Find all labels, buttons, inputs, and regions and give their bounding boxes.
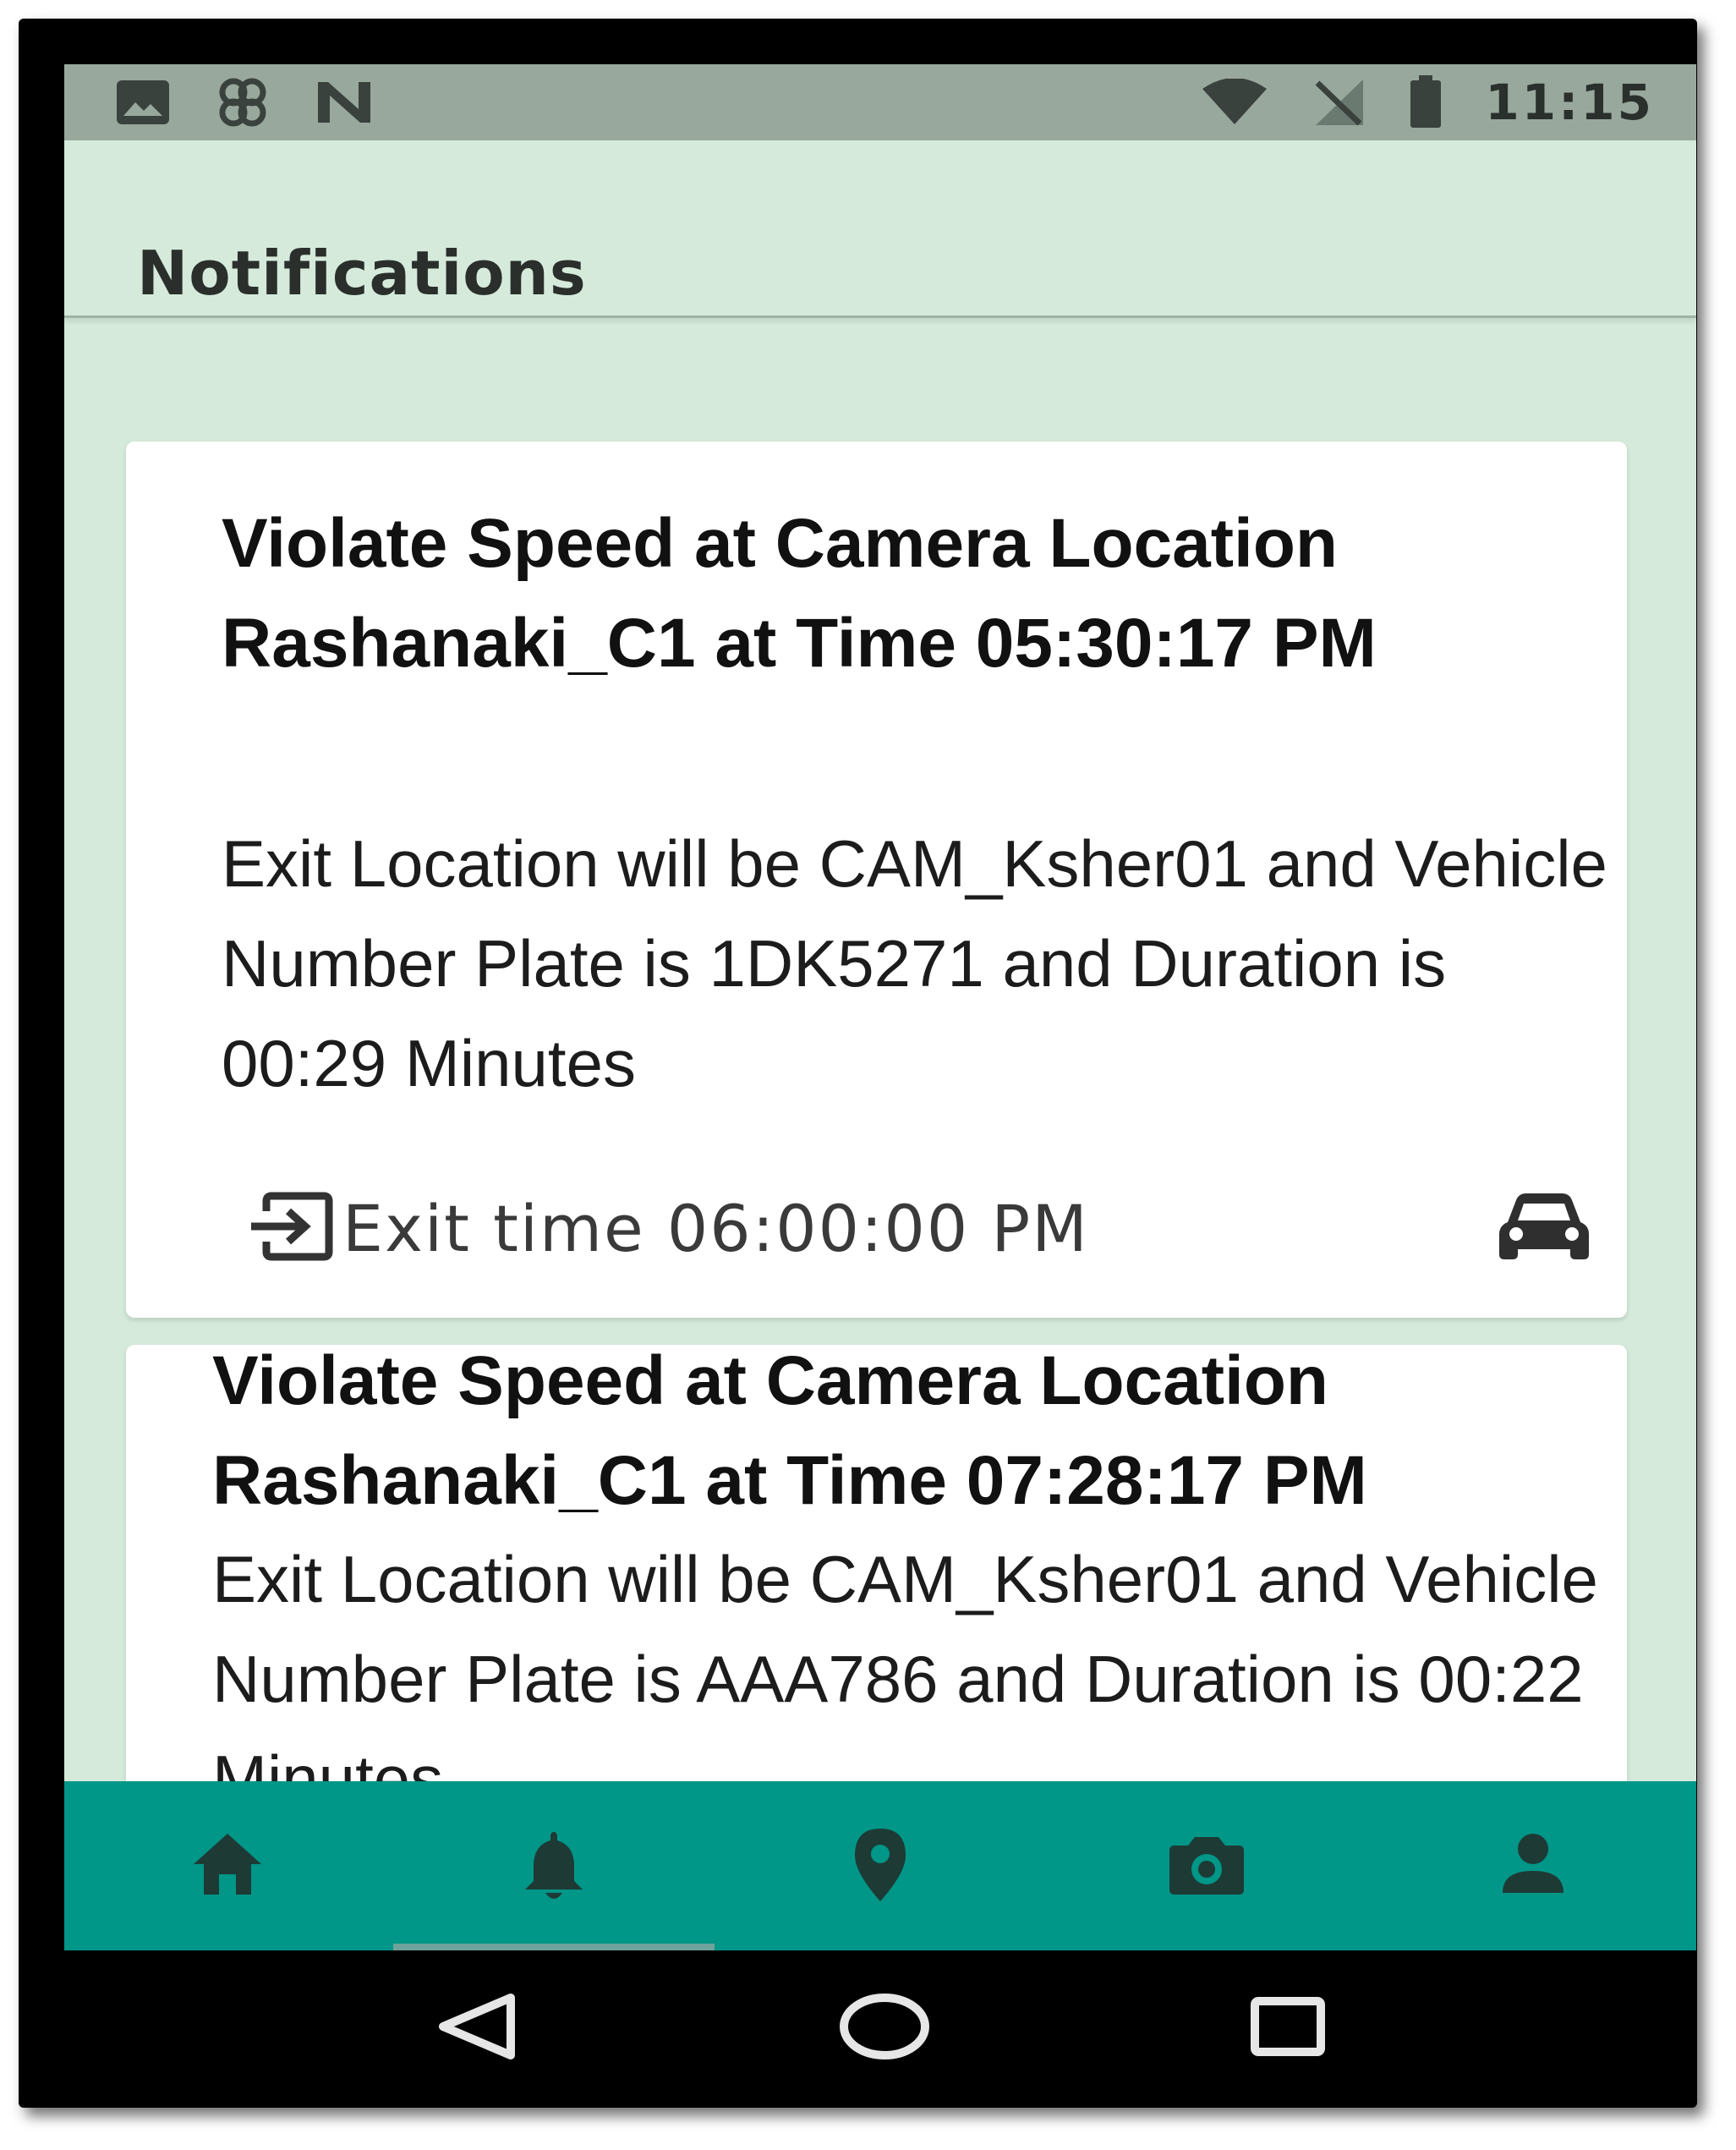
app-screen: 11:15 Notifications Violate Speed at Cam… (64, 64, 1696, 1950)
home-circle-icon[interactable] (838, 1991, 931, 2062)
wifi-icon (1201, 79, 1268, 126)
status-bar: 11:15 (64, 64, 1696, 140)
notification-title: Violate Speed at Camera Location Rashana… (212, 1342, 1367, 1519)
active-tab-indicator (393, 1944, 715, 1950)
battery-icon (1409, 75, 1443, 129)
notification-footer: Exit time 06:00:00 PM (246, 1186, 1591, 1270)
person-icon (1491, 1822, 1575, 1910)
notification-title: Violate Speed at Camera Location Rashana… (222, 505, 1377, 682)
app-bar: Notifications (64, 140, 1696, 318)
notification-card[interactable]: Violate Speed at Camera Location Rashana… (126, 442, 1627, 1318)
bell-icon (512, 1822, 596, 1910)
n-icon (315, 79, 374, 126)
nav-camera[interactable] (1043, 1781, 1370, 1950)
system-navigation-bar (64, 1950, 1696, 2103)
status-clock: 11:15 (1485, 74, 1654, 131)
home-icon (185, 1822, 270, 1910)
car-icon[interactable] (1498, 1192, 1591, 1264)
notification-card[interactable]: Violate Speed at Camera Location Rashana… (126, 1342, 1627, 1842)
notification-body: Exit Location will be CAM_Ksher01 and Ve… (222, 826, 1607, 1100)
nav-notifications[interactable] (391, 1781, 717, 1950)
fan-icon (213, 77, 272, 128)
exit-to-app-icon (246, 1191, 342, 1265)
nav-home[interactable] (64, 1781, 391, 1950)
status-right-icons: 11:15 (1201, 74, 1654, 131)
phone-frame: 11:15 Notifications Violate Speed at Cam… (19, 19, 1697, 2108)
back-icon[interactable] (435, 1991, 519, 2062)
camera-icon (1164, 1822, 1249, 1910)
bottom-navigation (64, 1781, 1696, 1950)
page-title: Notifications (137, 238, 587, 309)
recents-icon[interactable] (1250, 1996, 1326, 2057)
nav-profile[interactable] (1370, 1781, 1696, 1950)
status-left-icons (115, 77, 374, 128)
no-signal-icon (1311, 76, 1366, 129)
image-icon (115, 79, 171, 126)
notifications-list[interactable]: Violate Speed at Camera Location Rashana… (64, 320, 1696, 1842)
location-pin-icon (838, 1822, 923, 1910)
exit-time-label: Exit time 06:00:00 PM (342, 1190, 1089, 1266)
nav-location[interactable] (717, 1781, 1043, 1950)
